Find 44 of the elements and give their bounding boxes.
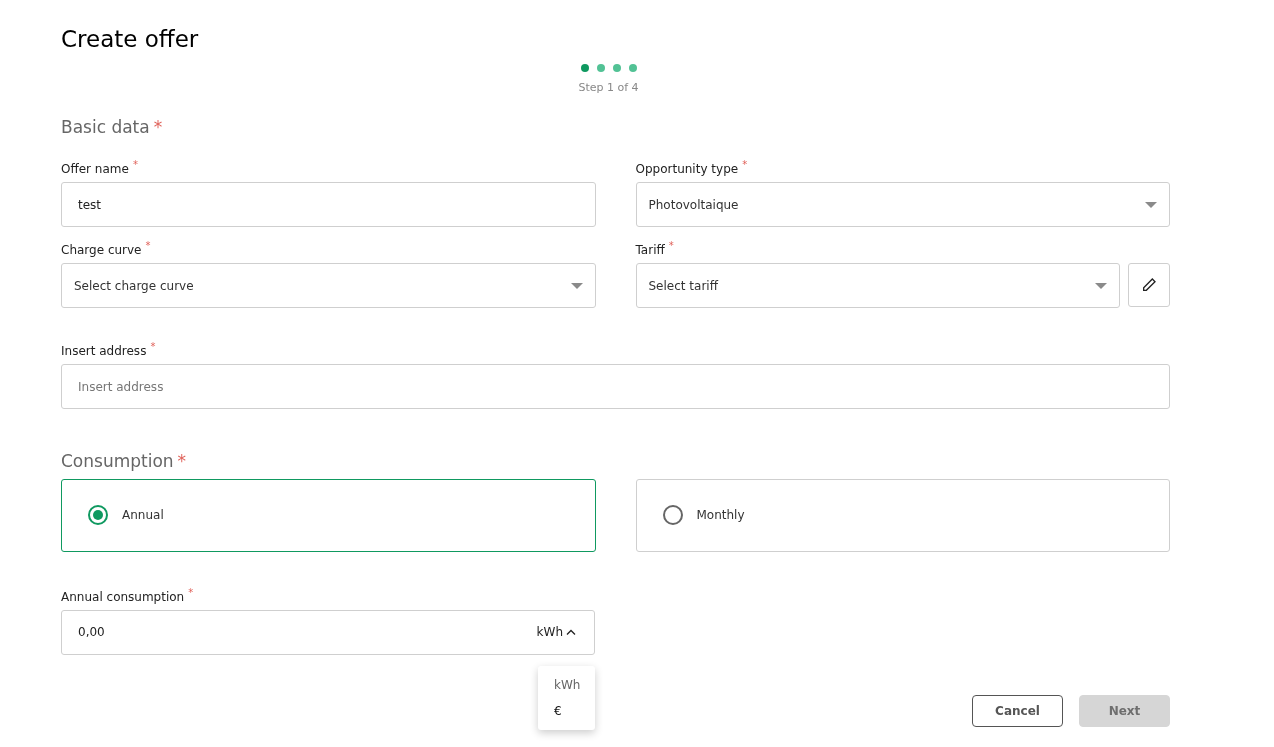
field-label: Charge curve: [61, 242, 142, 259]
consumption-field[interactable]: 0,00 kWh: [61, 609, 595, 655]
select-field[interactable]: Select tariff: [635, 263, 1120, 308]
field-label: Insert address: [61, 343, 147, 360]
select-value: Select tariff: [648, 277, 718, 295]
radio-option-card[interactable]: Monthly: [635, 478, 1170, 552]
field-value: 0,00: [78, 624, 105, 641]
step-label: Step 1 of 4: [578, 80, 639, 96]
field-label: Annual consumption: [61, 588, 185, 606]
edit-button[interactable]: [1128, 263, 1170, 307]
pencil-icon: [1141, 277, 1157, 293]
field-label: Opportunity type: [635, 161, 739, 178]
unit-selector[interactable]: kWh: [536, 623, 576, 641]
required-mark: *: [150, 342, 156, 352]
page-title: Create offer: [61, 25, 200, 54]
required-mark: *: [153, 115, 163, 139]
address-field[interactable]: Insert address: [61, 364, 1170, 409]
radio-option-card[interactable]: Annual: [61, 478, 596, 552]
field-label: Tariff: [635, 242, 665, 259]
required-mark: *: [145, 241, 151, 251]
section-heading: Consumption: [61, 450, 174, 473]
select-value: Select charge curve: [74, 277, 194, 295]
field-label: Offer name: [61, 161, 129, 178]
select-field[interactable]: Photovoltaique: [635, 182, 1170, 227]
dropdown-caret-icon: [1095, 282, 1107, 289]
unit-option[interactable]: kWh: [538, 671, 595, 698]
section-heading: Basic data: [61, 115, 150, 139]
required-mark: *: [177, 450, 187, 473]
dropdown-caret-icon: [570, 282, 583, 289]
offer-name-field[interactable]: test: [61, 182, 596, 227]
required-mark: *: [132, 160, 138, 170]
unit-option[interactable]: €: [538, 697, 595, 724]
radio-button[interactable]: [662, 505, 683, 525]
required-mark: *: [188, 587, 194, 598]
required-mark: *: [668, 241, 674, 251]
unit-value: kWh: [536, 624, 563, 641]
radio-button[interactable]: [88, 505, 108, 525]
cancel-button[interactable]: Cancel: [972, 694, 1063, 727]
required-mark: *: [742, 160, 748, 170]
radio-label: Monthly: [696, 507, 745, 524]
select-value: Photovoltaique: [648, 196, 739, 214]
radio-label: Annual: [122, 507, 164, 524]
select-field[interactable]: Select charge curve: [61, 263, 596, 308]
dropdown-caret-icon: [1145, 201, 1157, 208]
